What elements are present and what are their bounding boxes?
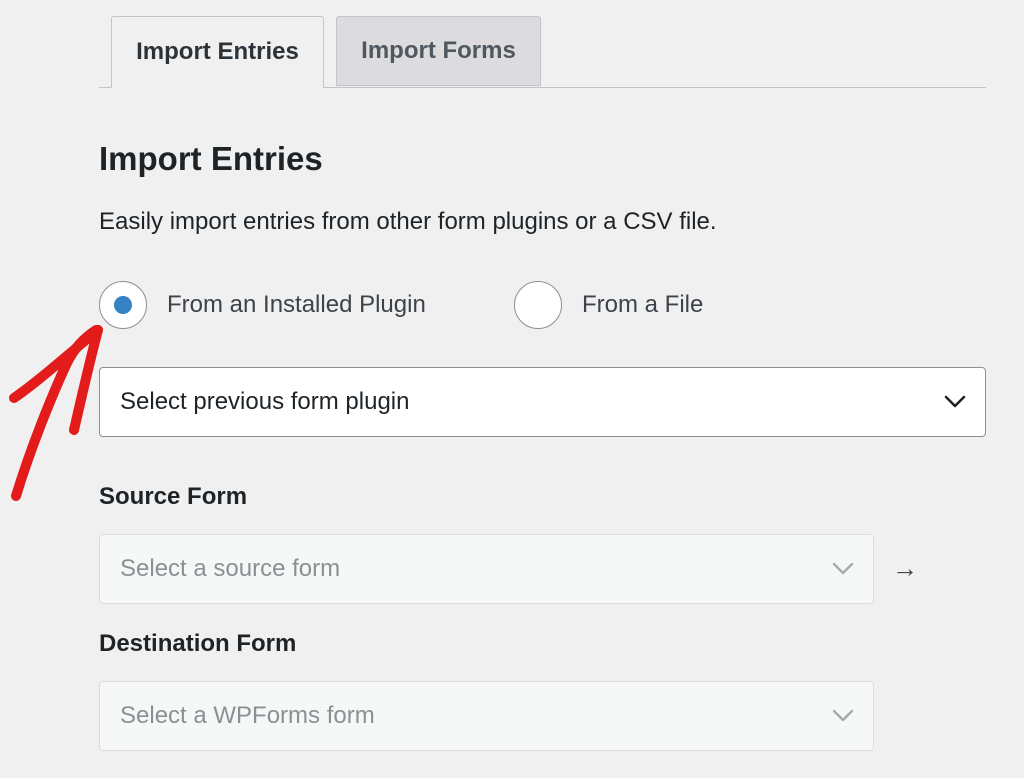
plugin-select[interactable]: Select previous form plugin	[99, 367, 986, 437]
radio-from-file[interactable]: From a File	[514, 280, 703, 330]
radio-button-unchecked[interactable]	[514, 281, 562, 329]
tab-import-forms[interactable]: Import Forms	[336, 16, 541, 86]
section-description: Easily import entries from other form pl…	[99, 208, 717, 235]
import-page: Import Entries Import Forms Import Entri…	[0, 0, 1024, 778]
radio-dot	[114, 296, 132, 314]
chevron-down-icon	[944, 395, 966, 408]
radio-label-from-file: From a File	[582, 291, 704, 318]
source-form-select[interactable]: Select a source form	[99, 534, 874, 604]
tab-import-entries[interactable]: Import Entries	[111, 16, 324, 88]
radio-installed-plugin[interactable]: From an Installed Plugin	[99, 280, 426, 330]
source-form-placeholder: Select a source form	[120, 555, 341, 582]
source-form-label: Source Form	[99, 483, 248, 510]
tab-bar: Import Entries Import Forms	[99, 16, 986, 88]
radio-button-checked[interactable]	[99, 281, 147, 329]
arrow-right-icon: →	[892, 553, 918, 583]
radio-label-installed-plugin: From an Installed Plugin	[167, 291, 426, 318]
destination-form-placeholder: Select a WPForms form	[120, 702, 375, 729]
chevron-down-icon	[832, 562, 854, 575]
chevron-down-icon	[832, 709, 854, 722]
destination-form-select[interactable]: Select a WPForms form	[99, 681, 874, 751]
section-title: Import Entries	[99, 140, 323, 177]
destination-form-label: Destination Form	[99, 630, 297, 657]
plugin-select-value: Select previous form plugin	[120, 388, 410, 415]
